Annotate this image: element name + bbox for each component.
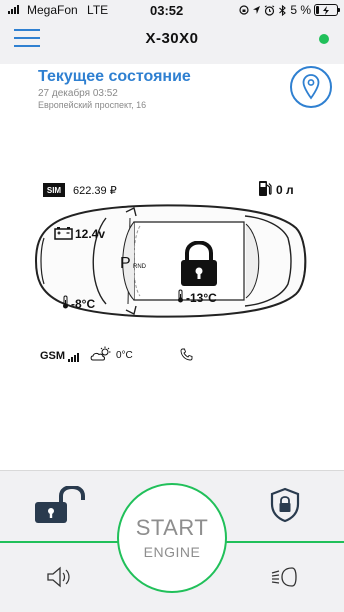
sim-icon: SIM [43,183,65,197]
show-on-map-button[interactable] [290,66,332,108]
controls-divider [0,470,344,471]
thermometer-icon [178,289,183,303]
status-address: Европейский проспект, 16 [38,100,147,110]
carrier-label: MegaFon [27,3,78,17]
gsm-label: GSM [40,350,66,362]
cabin-temperature: -13°C [186,291,217,305]
start-engine-button[interactable]: START ENGINE [117,483,227,593]
network-type: LTE [87,3,109,17]
thermometer-icon [63,295,68,309]
battery-icon [314,4,340,16]
carrier-name: MegaFon LTE [27,3,108,17]
gsm-signal-icon [68,353,80,362]
page-title: X-30X0 [145,30,199,47]
guard-mode-button[interactable] [270,487,300,523]
sim-balance: 622.39 ₽ [73,185,117,197]
status-datetime: 27 декабря 03:52 [38,88,118,99]
map-pin-icon [302,74,320,100]
car-battery-icon [54,227,73,240]
fuel-level: 0 л [276,183,294,197]
status-time: 03:52 [150,3,184,18]
lock-rotation-icon [239,5,249,15]
outside-temperature: -8°C [71,297,96,311]
unlock-button[interactable] [33,484,87,524]
horn-button[interactable] [45,565,73,589]
padlock-icon [181,241,217,286]
status-bar: MegaFon LTE 03:52 5 % [0,0,344,20]
status-heading: Текущее состояние [38,68,191,85]
start-label: START [135,515,209,540]
headlights-button[interactable] [270,565,300,589]
gear-position: P [120,255,131,272]
weather-temperature: 0°C [116,350,133,361]
shield-lock-icon [270,487,300,523]
battery-voltage: 12.4v [75,227,106,241]
battery-percent: 5 % [290,3,311,17]
gsm-signal: GSM [40,350,80,362]
location-arrow-icon [253,6,261,14]
signal-strength-icon [8,5,19,14]
unlock-icon [35,484,85,523]
gear-options: RND [133,264,146,270]
horn-icon [47,566,70,588]
online-status-indicator [319,34,329,44]
phone-icon [180,348,193,361]
engine-label: ENGINE [143,544,201,560]
status-indicators: 5 % [239,3,340,17]
alarm-icon [265,4,275,16]
bluetooth-icon [279,4,287,16]
weather-icon [90,346,111,361]
headlight-icon [271,567,297,587]
fuel-icon [259,181,272,196]
